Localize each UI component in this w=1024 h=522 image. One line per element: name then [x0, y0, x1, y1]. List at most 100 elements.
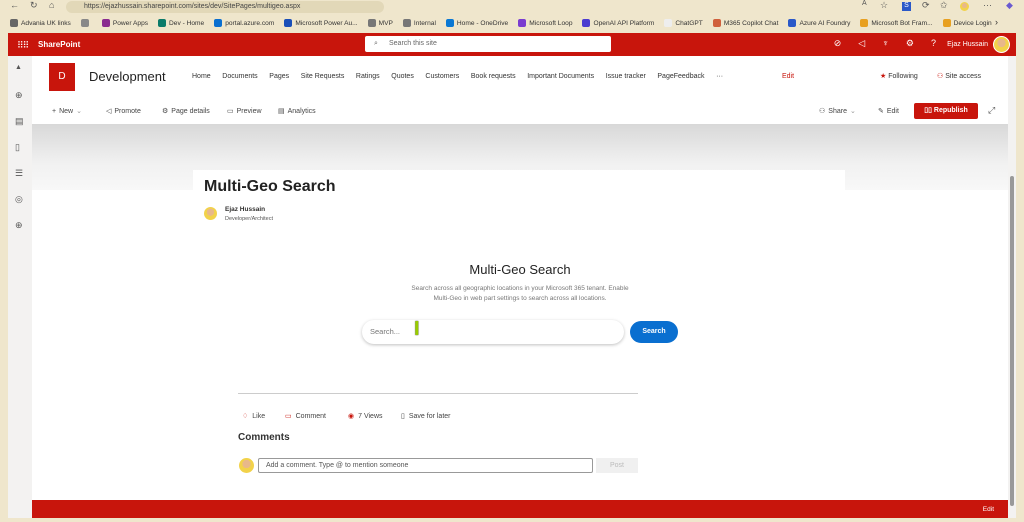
search-button[interactable]: Search: [630, 321, 678, 343]
nav-item[interactable]: Issue tracker: [606, 73, 646, 80]
page-details-button[interactable]: ⚙ Page details: [162, 107, 210, 116]
edit-button[interactable]: ✎ Edit: [878, 107, 899, 116]
post-button[interactable]: Post: [596, 458, 638, 473]
user-name[interactable]: Ejaz Hussain: [947, 41, 988, 48]
scrollbar-thumb[interactable]: [1010, 176, 1014, 506]
new-button[interactable]: + New ⌄: [52, 107, 82, 116]
nav-edit-link[interactable]: Edit: [782, 73, 794, 80]
footer-edit-link[interactable]: Edit: [983, 506, 994, 513]
save-for-later-button[interactable]: ▯ Save for later: [401, 412, 451, 421]
bookmark-icon: [942, 19, 951, 27]
more-icon[interactable]: ···: [983, 0, 992, 10]
bookmark-item[interactable]: OpenAI API Platform: [582, 19, 654, 27]
nav-item[interactable]: PageFeedback: [657, 73, 704, 80]
copilot-icon[interactable]: ⊘: [834, 38, 842, 49]
chevron-right-icon[interactable]: ›: [995, 17, 998, 27]
refresh-icon[interactable]: ↻: [30, 0, 38, 11]
site-title[interactable]: Development: [89, 69, 166, 84]
copilot-icon[interactable]: ◆: [1006, 0, 1013, 11]
bookmark-item[interactable]: Advania UK links: [10, 19, 71, 27]
comment-button[interactable]: ▭ Comment: [285, 412, 326, 421]
back-icon[interactable]: ←: [10, 0, 19, 10]
bookmark-icon: ▯: [401, 413, 405, 420]
bookmark-item[interactable]: ChatGPT: [664, 19, 703, 27]
extension-icon[interactable]: S: [902, 2, 911, 11]
bookmark-item[interactable]: Microsoft Power Au...: [284, 19, 358, 27]
multigeo-search-input[interactable]: Search...: [362, 320, 624, 344]
bookmark-item[interactable]: MVP: [367, 19, 393, 27]
nav-item[interactable]: Documents: [222, 73, 257, 80]
bookmarks-bar: Advania UK links Power Apps Dev - Home port…: [0, 15, 1024, 31]
nav-item[interactable]: Quotes: [391, 73, 414, 80]
nav-item[interactable]: Book requests: [471, 73, 516, 80]
bookmark-label: portal.azure.com: [225, 19, 275, 27]
nav-item[interactable]: Ratings: [356, 73, 380, 80]
list-icon[interactable]: ☰: [15, 168, 23, 179]
comment-input[interactable]: Add a comment. Type @ to mention someone: [258, 458, 593, 473]
megaphone-icon[interactable]: ◁: [858, 38, 865, 49]
nav-item[interactable]: Pages: [269, 73, 289, 80]
nav-item[interactable]: Customers: [425, 73, 459, 80]
bookmark-item[interactable]: Power Apps: [101, 19, 148, 27]
republish-button[interactable]: ▯▯ Republish: [914, 103, 978, 119]
star-icon: ★: [880, 73, 887, 80]
extensions-icon[interactable]: ⟳: [922, 0, 930, 11]
favorite-icon[interactable]: ☆: [880, 0, 888, 11]
avatar[interactable]: [993, 36, 1010, 53]
expand-icon[interactable]: ⤢: [988, 105, 995, 116]
scrollbar[interactable]: [1008, 56, 1016, 518]
preview-button[interactable]: ▭ Preview: [227, 107, 262, 116]
bookmark-item[interactable]: Device Login: [942, 19, 992, 27]
favorites-icon[interactable]: ✩: [940, 0, 948, 11]
app-launcher-icon[interactable]: ⠿⠿: [17, 40, 29, 51]
share-button[interactable]: ⚇ Share ⌄: [819, 107, 856, 116]
add-icon[interactable]: ⊕: [15, 220, 23, 231]
bookmark-item[interactable]: Azure AI Foundry: [788, 19, 850, 27]
read-aloud-icon[interactable]: A: [862, 0, 867, 7]
promote-button[interactable]: ◁ Promote: [106, 107, 141, 116]
nav-item[interactable]: Important Documents: [527, 73, 594, 80]
nav-item[interactable]: ···: [716, 73, 723, 80]
globe-icon[interactable]: ⊕: [15, 90, 23, 101]
text-cursor-icon: I: [414, 318, 420, 340]
bookmark-icon: [664, 19, 673, 27]
site-search-input[interactable]: ⌕ Search this site: [365, 36, 611, 52]
bookmark-item[interactable]: Microsoft Bot Fram...: [860, 19, 933, 27]
bookmark-item[interactable]: M365 Copilot Chat: [712, 19, 778, 27]
home-icon[interactable]: ⌂: [49, 0, 54, 10]
bookmark-icon: [402, 19, 411, 27]
divider: [238, 393, 638, 394]
promote-label: Promote: [114, 107, 141, 115]
bookmark-item[interactable]: Internal: [402, 19, 436, 27]
address-bar[interactable]: https://ejazhussain.sharepoint.com/sites…: [66, 1, 384, 13]
nav-item[interactable]: Site Requests: [301, 73, 345, 80]
bookmark-item[interactable]: [80, 19, 92, 27]
author-name[interactable]: Ejaz Hussain: [225, 206, 265, 213]
share-network-icon[interactable]: ♆: [882, 38, 889, 49]
bookmark-icon: [712, 19, 721, 27]
news-icon[interactable]: ▤: [15, 116, 24, 127]
site-logo[interactable]: D: [49, 63, 75, 91]
author-avatar: [204, 207, 217, 220]
document-icon[interactable]: ▯: [15, 142, 20, 153]
webpart-description-1: Search across all geographic locations i…: [411, 285, 629, 292]
bookmark-icon: [518, 19, 527, 27]
edit-label: Edit: [886, 107, 899, 115]
commenter-avatar: [239, 458, 254, 473]
site-access-button[interactable]: ⚇ Site access: [937, 72, 981, 80]
sharepoint-brand[interactable]: SharePoint: [38, 40, 80, 49]
bookmark-label: ChatGPT: [675, 19, 703, 27]
analytics-button[interactable]: ▤ Analytics: [278, 107, 316, 116]
like-button[interactable]: ♢ Like: [242, 412, 265, 421]
bookmark-item[interactable]: portal.azure.com: [214, 19, 274, 27]
bookmark-item[interactable]: Microsoft Loop: [518, 19, 572, 27]
following-button[interactable]: ★ Following: [880, 72, 918, 80]
bookmark-item[interactable]: Home - OneDrive: [445, 19, 508, 27]
chat-icon[interactable]: ◎: [15, 194, 23, 205]
help-icon[interactable]: ?: [931, 38, 936, 49]
gear-icon[interactable]: ⚙: [906, 38, 914, 49]
home-icon[interactable]: ▲: [15, 64, 22, 71]
bookmark-item[interactable]: Dev - Home: [158, 19, 204, 27]
nav-item[interactable]: Home: [192, 73, 211, 80]
profile-icon[interactable]: [960, 2, 969, 11]
